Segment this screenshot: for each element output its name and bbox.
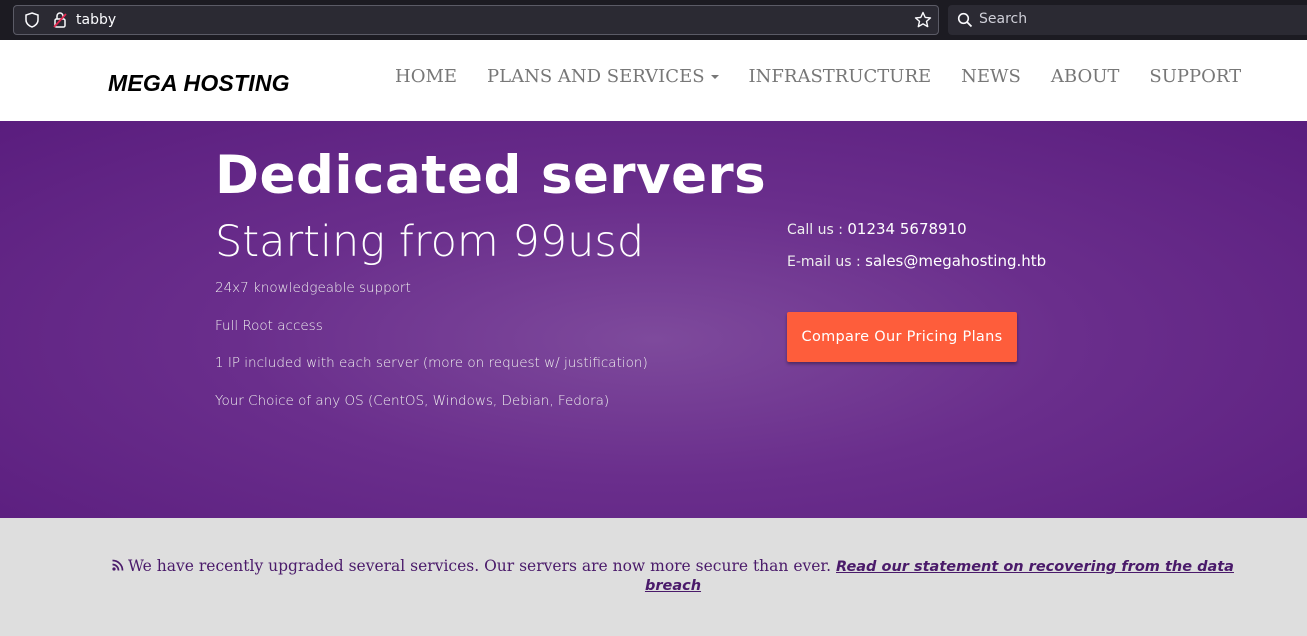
email-label: E-mail us : [787, 254, 866, 270]
nav-infrastructure[interactable]: INFRASTRUCTURE [749, 66, 932, 87]
contact-email: E-mail us : sales@megahosting.htb [787, 252, 1046, 270]
phone-label: Call us : [787, 222, 848, 238]
feature-item: 1 IP included with each server (more on … [215, 355, 648, 371]
site-logo[interactable]: MEGA HOSTING [108, 70, 290, 97]
main-nav: HOME PLANS AND SERVICES INFRASTRUCTURE N… [395, 66, 1241, 87]
rss-icon [112, 559, 124, 571]
shield-icon[interactable] [24, 12, 40, 28]
site-navbar: MEGA HOSTING HOME PLANS AND SERVICES INF… [0, 40, 1307, 121]
caret-down-icon [710, 75, 719, 79]
hero-title: Dedicated servers [215, 145, 767, 206]
search-icon [957, 12, 973, 28]
hero-section: Dedicated servers Starting from 99usd 24… [0, 121, 1307, 518]
security-notice: We have recently upgraded several servic… [100, 557, 1246, 595]
nav-home[interactable]: HOME [395, 66, 457, 87]
browser-toolbar: tabby Search [0, 0, 1307, 40]
bookmark-star-icon[interactable] [914, 11, 932, 29]
nav-plans-label: PLANS AND SERVICES [487, 66, 705, 87]
hero-subtitle: Starting from 99usd [215, 217, 645, 267]
nav-plans-and-services[interactable]: PLANS AND SERVICES [487, 66, 719, 87]
email-value[interactable]: sales@megahosting.htb [865, 252, 1046, 270]
notice-text: We have recently upgraded several servic… [128, 557, 832, 575]
url-text[interactable]: tabby [76, 12, 116, 28]
lock-icon[interactable] [52, 11, 68, 29]
feature-item: Full Root access [215, 318, 323, 334]
nav-support[interactable]: SUPPORT [1149, 66, 1241, 87]
phone-value: 01234 5678910 [847, 220, 967, 238]
feature-item: 24x7 knowledgeable support [215, 280, 411, 296]
contact-phone: Call us : 01234 5678910 [787, 220, 967, 238]
compare-pricing-button[interactable]: Compare Our Pricing Plans [787, 312, 1017, 362]
feature-item: Your Choice of any OS (CentOS, Windows, … [215, 393, 610, 409]
nav-news[interactable]: NEWS [961, 66, 1021, 87]
nav-about[interactable]: ABOUT [1051, 66, 1120, 87]
browser-search-box[interactable]: Search [948, 5, 1307, 35]
search-placeholder: Search [979, 11, 1028, 27]
url-bar[interactable]: tabby [13, 5, 939, 35]
